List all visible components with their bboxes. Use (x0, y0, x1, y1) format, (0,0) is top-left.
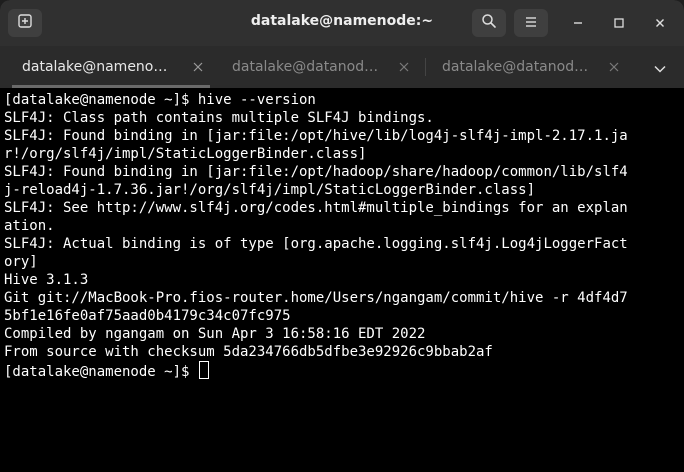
terminal-window: datalake@namenode:~ datalake@nameno… dat… (0, 0, 684, 472)
terminal-line: j-reload4j-1.7.36.jar!/org/slf4j/impl/St… (4, 182, 536, 198)
terminal-line: [datalake@namenode ~]$ hive --version (4, 92, 316, 108)
hamburger-menu-icon (524, 14, 538, 33)
tab-close-icon[interactable] (190, 59, 206, 75)
prompt-text: [datalake@namenode ~]$ (4, 364, 198, 380)
search-icon (481, 13, 497, 33)
chevron-down-icon (654, 58, 666, 77)
tab-close-icon[interactable] (396, 59, 412, 75)
terminal-line: r!/org/slf4j/impl/StaticLoggerBinder.cla… (4, 146, 367, 162)
terminal-line: Hive 3.1.3 (4, 272, 89, 288)
terminal-line: SLF4J: Class path contains multiple SLF4… (4, 110, 434, 126)
tab-close-icon[interactable] (606, 59, 622, 75)
maximize-button[interactable] (607, 11, 631, 35)
search-button[interactable] (472, 9, 506, 37)
prompt-line: [datalake@namenode ~]$ (4, 361, 684, 380)
tab-datanode-1[interactable]: datalake@datanod… (220, 46, 420, 88)
terminal-line: Compiled by ngangam on Sun Apr 3 16:58:1… (4, 326, 426, 342)
tab-namenode[interactable]: datalake@nameno… (12, 46, 210, 88)
maximize-icon (613, 14, 625, 33)
tabs-dropdown-button[interactable] (648, 57, 672, 77)
terminal-line: 5bf1e16fe0af75aad0b4179c34c07fc975 (4, 308, 291, 324)
tab-separator (425, 58, 426, 76)
terminal-line: From source with checksum 5da234766db5df… (4, 344, 493, 360)
terminal-line: SLF4J: Found binding in [jar:file:/opt/h… (4, 128, 628, 144)
terminal-line: Git git://MacBook-Pro.fios-router.home/U… (4, 290, 628, 306)
terminal-line: SLF4J: See http://www.slf4j.org/codes.ht… (4, 200, 628, 216)
minimize-icon (572, 14, 584, 33)
terminal-line: SLF4J: Found binding in [jar:file:/opt/h… (4, 164, 628, 180)
minimize-button[interactable] (566, 11, 590, 35)
tab-datanode-2[interactable]: datalake@datanod… (430, 46, 630, 88)
tab-label: datalake@nameno… (22, 59, 168, 75)
terminal-line: SLF4J: Actual binding is of type [org.ap… (4, 236, 628, 252)
tab-bar: datalake@nameno… datalake@datanod… datal… (0, 46, 684, 88)
tab-label: datalake@datanod… (232, 59, 379, 75)
header-bar: datalake@namenode:~ (0, 0, 684, 46)
terminal-cursor (198, 361, 209, 379)
close-button[interactable] (648, 11, 672, 35)
terminal-output[interactable]: [datalake@namenode ~]$ hive --version SL… (0, 88, 684, 472)
terminal-line: ation. (4, 218, 55, 234)
tab-label: datalake@datanod… (442, 59, 589, 75)
terminal-line: ory] (4, 254, 38, 270)
close-icon (654, 14, 666, 33)
menu-button[interactable] (514, 9, 548, 37)
